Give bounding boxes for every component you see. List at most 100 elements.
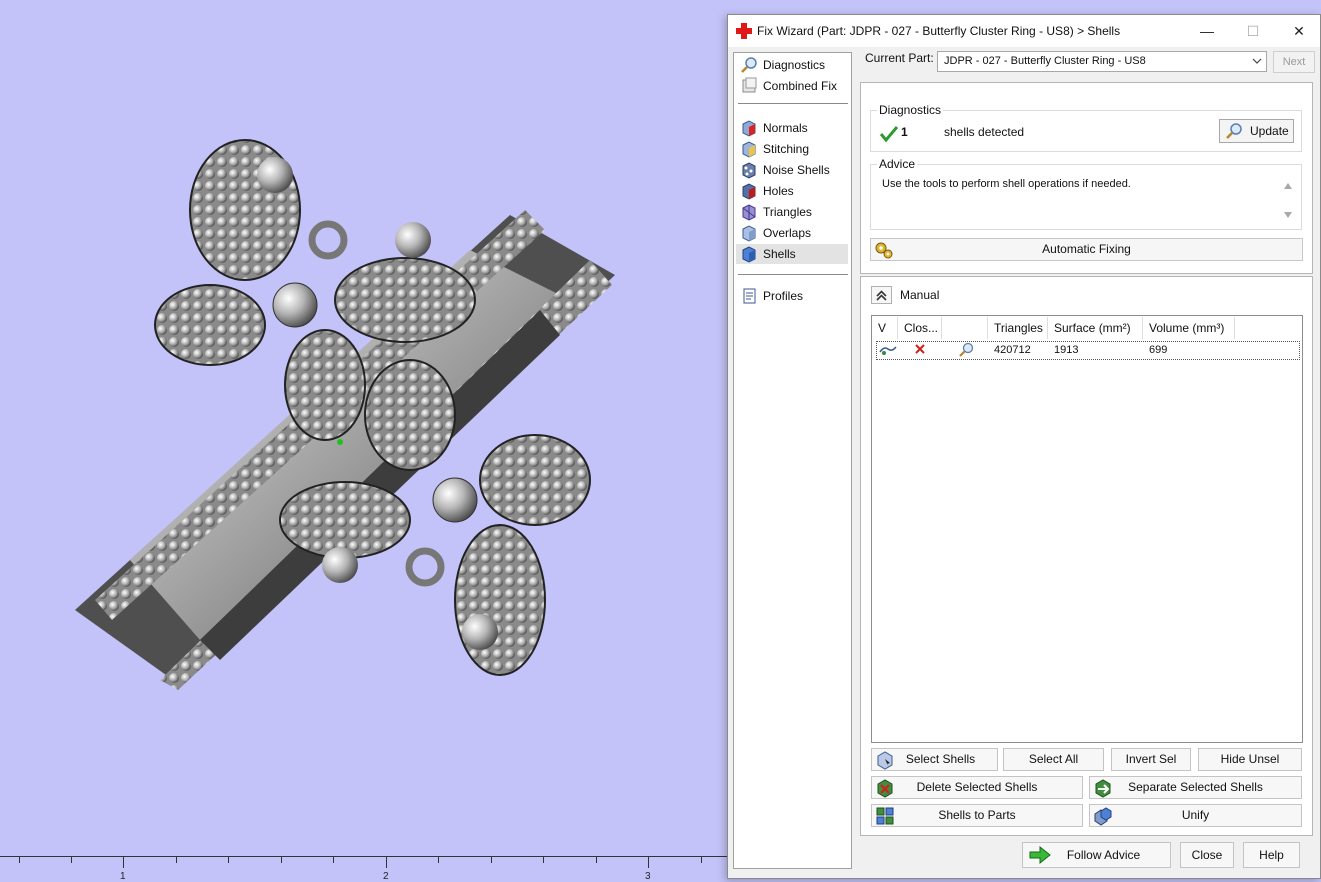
nav-label: Combined Fix xyxy=(763,79,838,93)
nav-label: Overlaps xyxy=(763,226,812,240)
ruler-minor-tick xyxy=(333,856,334,863)
window-title: Fix Wizard (Part: JDPR - 027 - Butterfly… xyxy=(757,24,1121,38)
minimize-button[interactable]: — xyxy=(1184,15,1230,47)
scroll-down-icon[interactable] xyxy=(1283,211,1293,219)
maximize-button[interactable]: ☐ xyxy=(1230,15,1276,47)
follow-advice-button[interactable]: Follow Advice xyxy=(1022,842,1171,868)
nav-item-normals[interactable]: Normals xyxy=(736,118,848,138)
shells-detected-text: shells detected xyxy=(944,125,1025,139)
cell-volume: 699 xyxy=(1149,344,1168,356)
nav-item-profiles[interactable]: Profiles xyxy=(736,286,848,306)
select-all-button[interactable]: Select All xyxy=(1003,748,1104,771)
shells-table[interactable]: V Clos... Triangles Surface (mm²) Volume… xyxy=(871,315,1303,743)
nav-item-holes[interactable]: Holes xyxy=(736,181,848,201)
scroll-up-icon[interactable] xyxy=(1283,182,1293,190)
profiles-doc-icon xyxy=(743,288,756,304)
column-header-triangles[interactable]: Triangles xyxy=(988,317,1048,339)
help-button[interactable]: Help xyxy=(1243,842,1300,868)
follow-advice-label: Follow Advice xyxy=(1066,848,1141,862)
nav-item-combined-fix[interactable]: Combined Fix xyxy=(736,76,848,96)
nav-label: Normals xyxy=(763,121,808,135)
ruler: 1 2 3 xyxy=(0,855,728,882)
nav-item-diagnostics[interactable]: Diagnostics xyxy=(736,55,848,75)
delete-selected-shells-button[interactable]: Delete Selected Shells xyxy=(871,776,1083,799)
nav-item-shells[interactable]: Shells xyxy=(736,244,848,264)
chevron-up-double-icon xyxy=(876,290,887,301)
ruler-major-tick xyxy=(648,856,649,868)
cell-triangles: 420712 xyxy=(994,344,1031,356)
nav-item-stitching[interactable]: Stitching xyxy=(736,139,848,159)
red-cross-icon xyxy=(736,23,752,39)
checkmark-icon xyxy=(880,126,898,143)
manual-panel: Manual V Clos... Triangles Surface (mm²)… xyxy=(860,276,1313,836)
nav-label: Shells xyxy=(763,247,796,261)
hide-unsel-button[interactable]: Hide Unsel xyxy=(1198,748,1302,771)
visible-eye-icon[interactable] xyxy=(879,343,897,357)
magnifier-icon xyxy=(1226,123,1242,139)
ruler-minor-tick xyxy=(596,856,597,863)
unify-button[interactable]: Unify xyxy=(1089,804,1302,827)
nav-label: Triangles xyxy=(763,205,812,219)
close-window-button[interactable]: ✕ xyxy=(1276,15,1321,47)
current-part-select[interactable]: JDPR - 027 - Butterfly Cluster Ring - US… xyxy=(937,51,1267,72)
magnifier-icon[interactable] xyxy=(957,342,975,358)
noise-shells-icon xyxy=(742,162,756,179)
chevron-down-icon xyxy=(1252,58,1262,64)
shells-to-parts-icon xyxy=(876,807,894,825)
arrow-right-icon xyxy=(1029,846,1051,864)
ruler-minor-tick xyxy=(228,856,229,863)
normals-cube-icon xyxy=(742,120,756,137)
nav-label: Stitching xyxy=(763,142,810,156)
ring-model[interactable] xyxy=(0,0,728,855)
ruler-minor-tick xyxy=(701,856,702,863)
collapse-button[interactable] xyxy=(871,286,892,304)
gears-icon xyxy=(875,242,893,259)
select-shells-label: Select Shells xyxy=(905,752,976,766)
shell-count: 1 xyxy=(901,125,908,139)
nav-label: Diagnostics xyxy=(763,58,826,72)
magnifier-icon xyxy=(741,57,757,73)
nav-item-overlaps[interactable]: Overlaps xyxy=(736,223,848,243)
stitching-cube-icon xyxy=(742,141,756,158)
ruler-tick-label: 2 xyxy=(383,871,389,882)
shells-to-parts-button[interactable]: Shells to Parts xyxy=(871,804,1083,827)
shells-cube-icon xyxy=(742,246,756,263)
table-row[interactable]: 420712 1913 699 xyxy=(876,341,1300,360)
combined-fix-icon xyxy=(742,77,757,93)
automatic-fixing-button[interactable]: Automatic Fixing xyxy=(870,238,1303,261)
current-part-label: Current Part: xyxy=(865,51,934,65)
separate-shell-icon xyxy=(1095,779,1111,798)
column-header-action[interactable] xyxy=(942,317,988,339)
fix-wizard-dialog: Fix Wizard (Part: JDPR - 027 - Butterfly… xyxy=(727,14,1321,879)
separate-selected-label: Separate Selected Shells xyxy=(1128,780,1263,794)
overlaps-cube-icon xyxy=(742,225,756,242)
ruler-minor-tick xyxy=(438,856,439,863)
column-header-closed[interactable]: Clos... xyxy=(898,317,942,339)
column-header-surface[interactable]: Surface (mm²) xyxy=(1048,317,1143,339)
diagnostics-group-title: Diagnostics xyxy=(877,103,944,117)
nav-item-triangles[interactable]: Triangles xyxy=(736,202,848,222)
wizard-nav: Diagnostics Combined Fix Normals Stitchi… xyxy=(733,52,852,869)
ruler-tick-label: 3 xyxy=(645,871,651,882)
advice-text: Use the tools to perform shell operation… xyxy=(882,178,1131,190)
column-header-visible[interactable]: V xyxy=(872,317,898,339)
column-header-volume[interactable]: Volume (mm³) xyxy=(1143,317,1235,339)
close-button[interactable]: Close xyxy=(1180,842,1234,868)
invert-sel-button[interactable]: Invert Sel xyxy=(1111,748,1191,771)
separate-selected-shells-button[interactable]: Separate Selected Shells xyxy=(1089,776,1302,799)
advice-group: Advice Use the tools to perform shell op… xyxy=(870,157,1302,230)
update-button[interactable]: Update xyxy=(1219,119,1294,143)
update-label: Update xyxy=(1250,124,1289,138)
triangles-cube-icon xyxy=(742,204,756,221)
select-shells-icon xyxy=(877,751,893,770)
nav-item-noise-shells[interactable]: Noise Shells xyxy=(736,160,848,180)
select-shells-button[interactable]: Select Shells xyxy=(871,748,998,771)
title-bar[interactable]: Fix Wizard (Part: JDPR - 027 - Butterfly… xyxy=(728,15,1320,47)
ruler-major-tick xyxy=(123,856,124,868)
nav-label: Holes xyxy=(763,184,794,198)
ruler-minor-tick xyxy=(176,856,177,863)
unify-label: Unify xyxy=(1181,808,1210,822)
advice-group-title: Advice xyxy=(877,157,918,171)
ruler-minor-tick xyxy=(281,856,282,863)
next-button[interactable]: Next xyxy=(1273,51,1315,73)
